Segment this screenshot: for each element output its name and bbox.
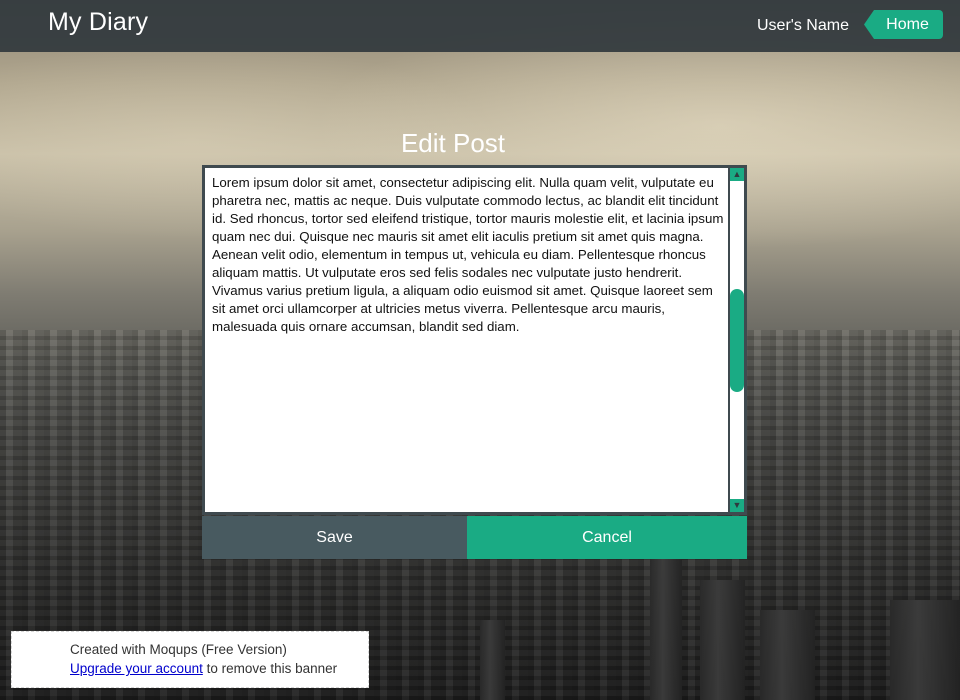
background-tower [480,620,505,700]
moqups-banner: Created with Moqups (Free Version) Upgra… [11,631,369,688]
scroll-down-icon[interactable]: ▼ [730,499,744,512]
user-name[interactable]: User's Name [757,17,849,35]
scroll-up-icon[interactable]: ▲ [730,168,744,181]
banner-text: Created with Moqups (Free Version) [70,642,287,657]
save-button[interactable]: Save [202,516,467,559]
banner-text-rest: to remove this banner [202,661,338,676]
scroll-thumb[interactable] [730,289,744,392]
top-header: My Diary User's Name Home [0,0,960,52]
home-button[interactable]: Home [864,10,943,39]
background-tower [650,550,682,700]
cancel-button[interactable]: Cancel [467,516,747,559]
action-buttons: Save Cancel [202,516,747,559]
post-textarea[interactable]: Lorem ipsum dolor sit amet, consectetur … [212,174,724,336]
banner-upgrade-line: Upgrade your account to remove this bann… [70,661,337,676]
editor-scrollbar[interactable]: ▲ ▼ [728,168,744,512]
page-title: Edit Post [400,128,506,158]
background-tower [760,610,815,700]
background-tower [700,580,745,700]
background-tower [890,600,960,700]
app-title: My Diary [48,8,149,36]
upgrade-account-link[interactable]: Upgrade your account [70,661,203,676]
post-editor[interactable]: Lorem ipsum dolor sit amet, consectetur … [202,165,747,515]
